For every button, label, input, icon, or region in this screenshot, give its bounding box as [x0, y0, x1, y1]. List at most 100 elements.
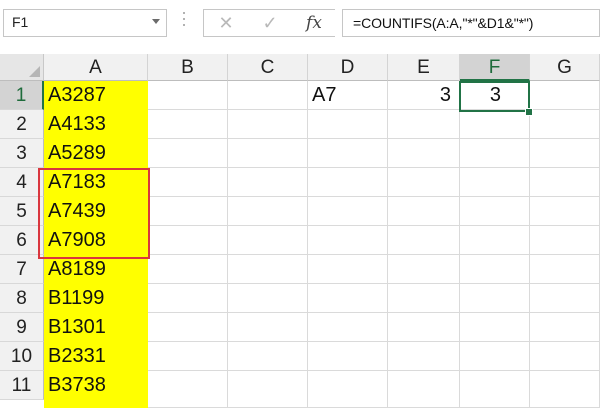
cell-f10[interactable] — [460, 342, 530, 371]
cell-f5[interactable] — [460, 197, 530, 226]
cell-e3[interactable] — [388, 139, 460, 168]
cell-a7[interactable]: A8189 — [44, 255, 148, 284]
highlight-annotation-box — [38, 168, 150, 259]
cell-g5[interactable] — [530, 197, 600, 226]
cell-d1[interactable]: A7 — [308, 81, 388, 110]
cell-c7[interactable] — [228, 255, 308, 284]
cell-a2[interactable]: A4133 — [44, 110, 148, 139]
column-header-a[interactable]: A — [44, 54, 148, 81]
cell-a9[interactable]: B1301 — [44, 313, 148, 342]
column-header-e[interactable]: E — [388, 54, 460, 81]
cell-b1[interactable] — [148, 81, 228, 110]
cell-c3[interactable] — [228, 139, 308, 168]
cell-a11[interactable]: B3738 — [44, 371, 148, 408]
cell-b3[interactable] — [148, 139, 228, 168]
cell-c6[interactable] — [228, 226, 308, 255]
cell-g9[interactable] — [530, 313, 600, 342]
drag-handle-icon[interactable] — [182, 12, 186, 36]
cell-g8[interactable] — [530, 284, 600, 313]
cell-c2[interactable] — [228, 110, 308, 139]
cell-g10[interactable] — [530, 342, 600, 371]
cell-b10[interactable] — [148, 342, 228, 371]
cell-e5[interactable] — [388, 197, 460, 226]
insert-function-button[interactable]: fx — [301, 12, 327, 34]
cell-e6[interactable] — [388, 226, 460, 255]
cell-g1[interactable] — [530, 81, 600, 110]
cell-d3[interactable] — [308, 139, 388, 168]
cell-g4[interactable] — [530, 168, 600, 197]
cell-g3[interactable] — [530, 139, 600, 168]
cell-e9[interactable] — [388, 313, 460, 342]
cell-d5[interactable] — [308, 197, 388, 226]
select-all-button[interactable] — [0, 54, 44, 81]
cell-b7[interactable] — [148, 255, 228, 284]
cell-g7[interactable] — [530, 255, 600, 284]
cell-f3[interactable] — [460, 139, 530, 168]
column-header-c[interactable]: C — [228, 54, 308, 81]
cell-b6[interactable] — [148, 226, 228, 255]
cell-e1[interactable]: 3 — [388, 81, 460, 110]
row-header-8[interactable]: 8 — [0, 284, 44, 313]
cell-g6[interactable] — [530, 226, 600, 255]
column-header-f[interactable]: F — [460, 54, 530, 81]
cell-b2[interactable] — [148, 110, 228, 139]
cell-b9[interactable] — [148, 313, 228, 342]
cell-c9[interactable] — [228, 313, 308, 342]
checkmark-icon[interactable]: ✓ — [257, 12, 283, 34]
cell-d2[interactable] — [308, 110, 388, 139]
cell-c8[interactable] — [228, 284, 308, 313]
cell-g11[interactable] — [530, 371, 600, 408]
cell-f4[interactable] — [460, 168, 530, 197]
cell-b11[interactable] — [148, 371, 228, 408]
column-header-b[interactable]: B — [148, 54, 228, 81]
cell-e2[interactable] — [388, 110, 460, 139]
cell-c1[interactable] — [228, 81, 308, 110]
cancel-x-icon[interactable]: ✕ — [213, 12, 239, 34]
row-header-7[interactable]: 7 — [0, 255, 44, 284]
cell-f11[interactable] — [460, 371, 530, 408]
cell-c5[interactable] — [228, 197, 308, 226]
row-header-3[interactable]: 3 — [0, 139, 44, 168]
cell-c10[interactable] — [228, 342, 308, 371]
cell-e7[interactable] — [388, 255, 460, 284]
fill-handle[interactable] — [525, 108, 533, 116]
cell-b8[interactable] — [148, 284, 228, 313]
cell-c11[interactable] — [228, 371, 308, 408]
cell-a1[interactable]: A3287 — [44, 81, 148, 110]
row-header-9[interactable]: 9 — [0, 313, 44, 342]
cell-f7[interactable] — [460, 255, 530, 284]
cell-b4[interactable] — [148, 168, 228, 197]
column-header-d[interactable]: D — [308, 54, 388, 81]
cell-e4[interactable] — [388, 168, 460, 197]
cell-d9[interactable] — [308, 313, 388, 342]
cell-b5[interactable] — [148, 197, 228, 226]
cell-d6[interactable] — [308, 226, 388, 255]
active-cell-selection — [459, 81, 530, 112]
cell-c4[interactable] — [228, 168, 308, 197]
cell-a10[interactable]: B2331 — [44, 342, 148, 371]
cell-g2[interactable] — [530, 110, 600, 139]
formula-input[interactable]: =COUNTIFS(A:A,"*"&D1&"*") — [342, 9, 600, 37]
cell-e8[interactable] — [388, 284, 460, 313]
select-all-triangle-icon — [29, 66, 40, 77]
cell-d8[interactable] — [308, 284, 388, 313]
cell-d4[interactable] — [308, 168, 388, 197]
cell-d11[interactable] — [308, 371, 388, 408]
cell-d7[interactable] — [308, 255, 388, 284]
row-header-11[interactable]: 11 — [0, 371, 44, 400]
cell-a8[interactable]: B1199 — [44, 284, 148, 313]
chevron-down-icon[interactable] — [152, 19, 160, 24]
cell-f8[interactable] — [460, 284, 530, 313]
cell-f2[interactable] — [460, 110, 530, 139]
cell-f9[interactable] — [460, 313, 530, 342]
row-header-10[interactable]: 10 — [0, 342, 44, 371]
cell-a3[interactable]: A5289 — [44, 139, 148, 168]
cell-e10[interactable] — [388, 342, 460, 371]
row-header-2[interactable]: 2 — [0, 110, 44, 139]
row-header-1[interactable]: 1 — [0, 81, 44, 110]
column-header-g[interactable]: G — [530, 54, 600, 81]
cell-d10[interactable] — [308, 342, 388, 371]
cell-e11[interactable] — [388, 371, 460, 408]
cell-f6[interactable] — [460, 226, 530, 255]
name-box[interactable]: F1 — [3, 9, 167, 37]
